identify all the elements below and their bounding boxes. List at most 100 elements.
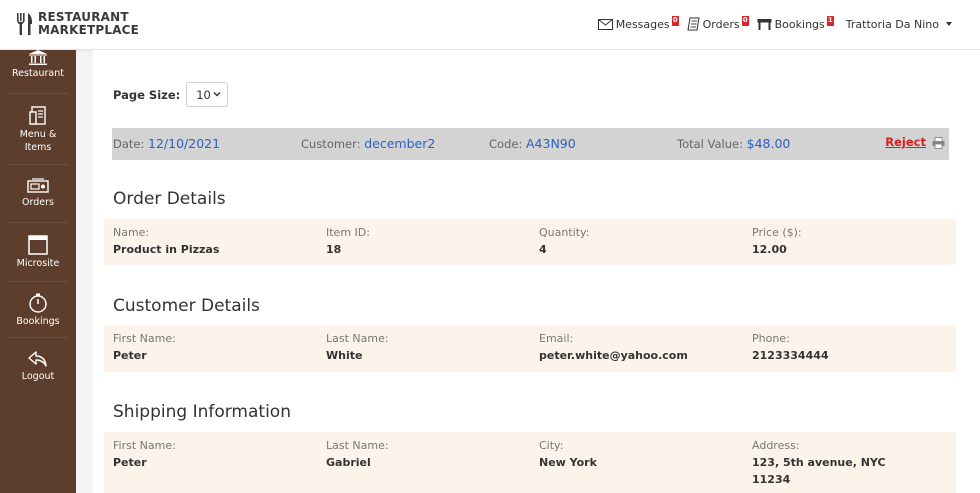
receipt-icon <box>687 17 700 31</box>
field-value: Product in Pizzas <box>113 243 220 256</box>
chevron-down-icon <box>213 92 221 97</box>
field-label: Phone: <box>752 332 790 345</box>
sidebar-divider <box>8 337 68 338</box>
sidebar-item-orders[interactable]: Orders <box>0 178 76 209</box>
building-icon <box>29 50 47 65</box>
envelope-icon <box>597 18 613 30</box>
sidebar-divider <box>8 222 68 223</box>
sidebar-item-label: Restaurant <box>11 68 64 79</box>
field-label: City: <box>539 439 564 452</box>
order-code-value: A43N90 <box>525 136 576 151</box>
orders-icon <box>27 178 49 193</box>
field-last-name: Last Name: Gabriel <box>326 438 389 471</box>
field-label: Item ID: <box>326 226 370 239</box>
sidebar: Restaurant Menu & Items Orders Microsite <box>0 50 76 493</box>
field-phone: Phone: 2123334444 <box>752 331 829 364</box>
table-icon <box>757 19 772 30</box>
sidebar-item-label: Orders <box>22 197 54 208</box>
user-name: Trattoria Da Nino <box>845 17 939 31</box>
fork-knife-icon <box>17 13 33 35</box>
sidebar-item-label: Menu & Items <box>19 129 57 153</box>
sidebar-item-label: Microsite <box>16 258 60 269</box>
page-size-label: Page Size: <box>113 87 181 102</box>
sidebar-item-bookings[interactable]: Bookings <box>0 293 76 328</box>
nav-messages[interactable]: Messages 0 <box>597 16 679 31</box>
field-label: First Name: <box>113 332 176 345</box>
nav-messages-label: Messages <box>615 17 670 31</box>
caret-down-icon <box>946 22 952 26</box>
field-label: Quantity: <box>539 226 590 239</box>
order-customer: Customer: december2 <box>301 136 435 151</box>
reject-link[interactable]: Reject <box>885 135 926 149</box>
field-city: City: New York <box>539 438 597 471</box>
order-customer-label: Customer: <box>301 137 361 151</box>
sidebar-item-logout[interactable]: Logout <box>0 350 76 383</box>
field-quantity: Quantity: 4 <box>539 225 589 258</box>
order-total-value: $48.00 <box>746 136 791 151</box>
order-code-label: Code: <box>489 137 523 151</box>
sidebar-item-label: Logout <box>21 371 55 382</box>
field-label: Last Name: <box>326 439 389 452</box>
top-nav: Messages 0 Orders 0 Bookings 1 Trattoria… <box>590 16 952 31</box>
field-label: Name: <box>113 226 150 239</box>
field-value: 4 <box>539 243 547 256</box>
order-date-value: 12/10/2021 <box>148 136 221 151</box>
field-name: Name: Product in Pizzas <box>113 225 219 258</box>
order-total-label: Total Value: <box>677 137 743 151</box>
nav-bookings[interactable]: Bookings 1 <box>757 16 834 31</box>
order-total: Total Value: $48.00 <box>677 136 790 151</box>
field-address: Address: 123, 5th avenue, NYC 11234 <box>752 438 902 488</box>
orders-count-badge: 0 <box>741 16 749 26</box>
user-menu[interactable]: Trattoria Da Nino <box>846 18 952 31</box>
messages-count-badge: 0 <box>671 16 679 26</box>
order-date: Date: 12/10/2021 <box>113 136 220 151</box>
shipping-info-title: Shipping Information <box>113 402 291 422</box>
field-item-id: Item ID: 18 <box>326 225 370 258</box>
order-date-label: Date: <box>113 137 145 151</box>
field-value: 12.00 <box>752 243 787 256</box>
customer-details-title: Customer Details <box>113 296 260 316</box>
stopwatch-icon <box>29 293 47 313</box>
field-value: 2123334444 <box>752 349 829 362</box>
main-content: Page Size: 10 Date: 12/10/2021 Customer:… <box>93 50 980 493</box>
shipping-info-row: First Name: Peter Last Name: Gabriel Cit… <box>104 432 956 493</box>
sidebar-item-restaurant[interactable]: Restaurant <box>0 50 76 80</box>
order-details-title: Order Details <box>113 189 226 209</box>
page-size-control: Page Size: 10 <box>113 82 229 107</box>
field-email: Email: peter.white@yahoo.com <box>539 331 688 364</box>
page-size-select[interactable]: 10 <box>186 82 229 107</box>
menu-icon <box>29 106 46 125</box>
order-summary-bar: Date: 12/10/2021 Customer: december2 Cod… <box>112 128 949 160</box>
order-code: Code: A43N90 <box>489 136 576 151</box>
customer-details-row: First Name: Peter Last Name: White Email… <box>104 325 956 372</box>
order-details-row: Name: Product in Pizzas Item ID: 18 Quan… <box>104 219 956 265</box>
field-label: Last Name: <box>326 332 389 345</box>
field-value: Peter <box>113 456 147 469</box>
field-label: First Name: <box>113 439 176 452</box>
field-value: 123, 5th avenue, NYC 11234 <box>752 456 886 486</box>
sidebar-item-microsite[interactable]: Microsite <box>0 235 76 270</box>
nav-orders[interactable]: Orders 0 <box>687 16 749 31</box>
top-bar: RESTAURANT MARKETPLACE Messages 0 Orders… <box>0 0 980 50</box>
field-last-name: Last Name: White <box>326 331 389 364</box>
brand[interactable]: RESTAURANT MARKETPLACE <box>14 11 139 37</box>
field-first-name: First Name: Peter <box>113 438 176 471</box>
sidebar-divider <box>8 281 68 282</box>
nav-orders-label: Orders <box>702 17 740 31</box>
field-value: peter.white@yahoo.com <box>539 349 688 362</box>
field-label: Email: <box>539 332 574 345</box>
logout-icon <box>28 351 47 367</box>
order-customer-value: december2 <box>364 136 436 151</box>
field-label: Address: <box>752 439 800 452</box>
sidebar-item-menu-items[interactable]: Menu & Items <box>0 106 76 154</box>
field-first-name: First Name: Peter <box>113 331 176 364</box>
nav-bookings-label: Bookings <box>774 17 825 31</box>
brand-line-2: MARKETPLACE <box>38 23 140 37</box>
field-value: New York <box>539 456 597 469</box>
field-value: Peter <box>113 349 147 362</box>
sidebar-divider <box>8 93 68 94</box>
bookings-count-badge: 1 <box>826 16 834 26</box>
print-icon[interactable] <box>932 137 945 149</box>
field-value: White <box>326 349 363 362</box>
page-size-value: 10 <box>196 87 211 102</box>
